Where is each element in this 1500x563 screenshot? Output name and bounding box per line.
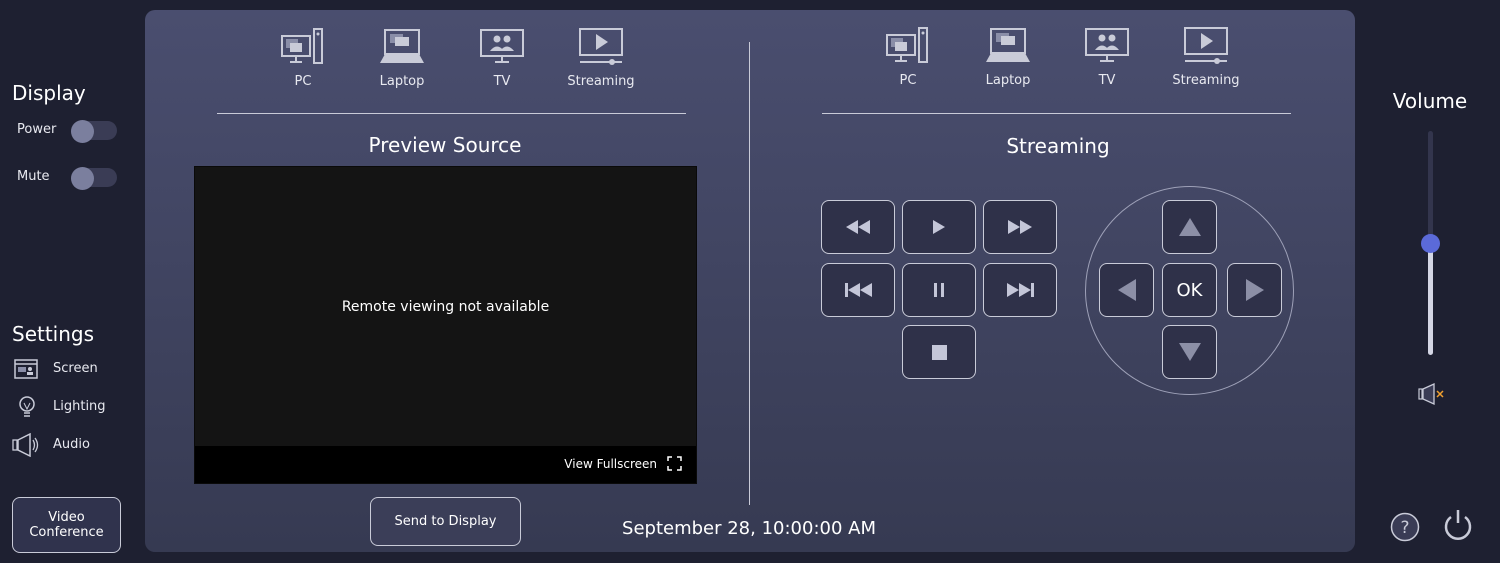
preview-window: Remote viewing not available View Fullsc… xyxy=(194,166,697,484)
next-button[interactable] xyxy=(983,263,1057,317)
skip-forward-icon xyxy=(1006,283,1034,297)
dpad-left-button[interactable] xyxy=(1099,263,1154,317)
volume-slider[interactable] xyxy=(1420,131,1440,355)
settings-heading: Settings xyxy=(12,322,95,346)
settings-item-label: Audio xyxy=(53,437,90,452)
settings-item-screen[interactable]: Screen xyxy=(12,357,122,381)
tv-icon xyxy=(1085,28,1129,62)
streaming-title: Streaming xyxy=(1006,134,1110,158)
settings-item-audio[interactable]: Audio xyxy=(12,433,122,457)
source-streaming[interactable]: Streaming xyxy=(556,28,646,89)
settings-item-label: Screen xyxy=(53,361,98,376)
power-button[interactable] xyxy=(1442,508,1474,542)
divider xyxy=(749,42,750,505)
volume-fill xyxy=(1428,243,1433,355)
pause-button[interactable] xyxy=(902,263,976,317)
play-button[interactable] xyxy=(902,200,976,254)
speaker-icon xyxy=(12,433,39,457)
pause-icon xyxy=(934,283,944,297)
fast-forward-icon xyxy=(1008,220,1032,234)
volume-thumb[interactable] xyxy=(1421,234,1440,253)
screen-icon xyxy=(14,359,38,379)
tv-icon xyxy=(480,29,524,63)
stop-icon xyxy=(931,344,947,360)
previous-button[interactable] xyxy=(821,263,895,317)
streaming-icon xyxy=(1184,27,1228,64)
source-label: PC xyxy=(899,73,917,88)
help-button[interactable]: ? xyxy=(1390,512,1420,542)
lightbulb-icon xyxy=(19,396,35,417)
play-icon xyxy=(933,220,945,234)
dpad-down-button[interactable] xyxy=(1162,325,1217,379)
source-tv[interactable]: TV xyxy=(1062,27,1152,88)
source-label: Streaming xyxy=(567,74,635,89)
power-label: Power xyxy=(17,122,57,137)
fullscreen-label: View Fullscreen xyxy=(564,456,657,471)
datetime: September 28, 10:00:00 AM xyxy=(622,518,876,539)
skip-back-icon xyxy=(844,283,872,297)
display-heading: Display xyxy=(12,81,86,105)
arrow-right-icon xyxy=(1245,279,1264,301)
dpad-ok-button[interactable]: OK xyxy=(1162,263,1217,317)
arrow-down-icon xyxy=(1178,343,1201,361)
source-label: TV xyxy=(493,74,511,89)
rewind-icon xyxy=(846,220,870,234)
source-streaming[interactable]: Streaming xyxy=(1161,27,1251,88)
source-label: TV xyxy=(1098,73,1116,88)
preview-title: Preview Source xyxy=(368,133,522,157)
send-to-display-button[interactable]: Send to Display xyxy=(370,497,521,546)
preview-toolbar: View Fullscreen xyxy=(195,446,696,483)
volume-mute-button[interactable] xyxy=(1418,383,1448,405)
source-label: Laptop xyxy=(379,74,425,89)
settings-item-label: Lighting xyxy=(53,399,106,414)
pc-icon xyxy=(886,27,928,63)
laptop-icon xyxy=(986,28,1030,62)
source-pc[interactable]: PC xyxy=(863,27,953,88)
laptop-icon xyxy=(380,29,424,63)
fast-forward-button[interactable] xyxy=(983,200,1057,254)
mute-x-icon xyxy=(1436,390,1444,398)
view-fullscreen-button[interactable]: View Fullscreen xyxy=(564,456,682,471)
fullscreen-icon xyxy=(667,456,682,471)
settings-item-lighting[interactable]: Lighting xyxy=(12,395,122,419)
source-laptop[interactable]: Laptop xyxy=(357,28,447,89)
source-laptop[interactable]: Laptop xyxy=(963,27,1053,88)
dpad-up-button[interactable] xyxy=(1162,200,1217,254)
power-toggle[interactable] xyxy=(71,120,117,143)
source-label: Laptop xyxy=(985,73,1031,88)
source-pc[interactable]: PC xyxy=(258,28,348,89)
preview-message: Remote viewing not available xyxy=(341,299,550,315)
pc-icon xyxy=(281,28,323,64)
stop-button[interactable] xyxy=(902,325,976,379)
left-underline xyxy=(217,113,686,114)
volume-heading: Volume xyxy=(1392,89,1468,113)
source-label: Streaming xyxy=(1172,73,1240,88)
source-label: PC xyxy=(294,74,312,89)
mute-toggle[interactable] xyxy=(71,167,117,190)
rewind-button[interactable] xyxy=(821,200,895,254)
mute-label: Mute xyxy=(17,169,50,184)
video-conference-button[interactable]: Video Conference xyxy=(12,497,121,553)
arrow-up-icon xyxy=(1178,218,1201,236)
dpad-right-button[interactable] xyxy=(1227,263,1282,317)
streaming-icon xyxy=(579,28,623,65)
arrow-left-icon xyxy=(1117,279,1136,301)
source-tv[interactable]: TV xyxy=(457,28,547,89)
right-underline xyxy=(822,113,1291,114)
svg-text:?: ? xyxy=(1400,518,1409,538)
